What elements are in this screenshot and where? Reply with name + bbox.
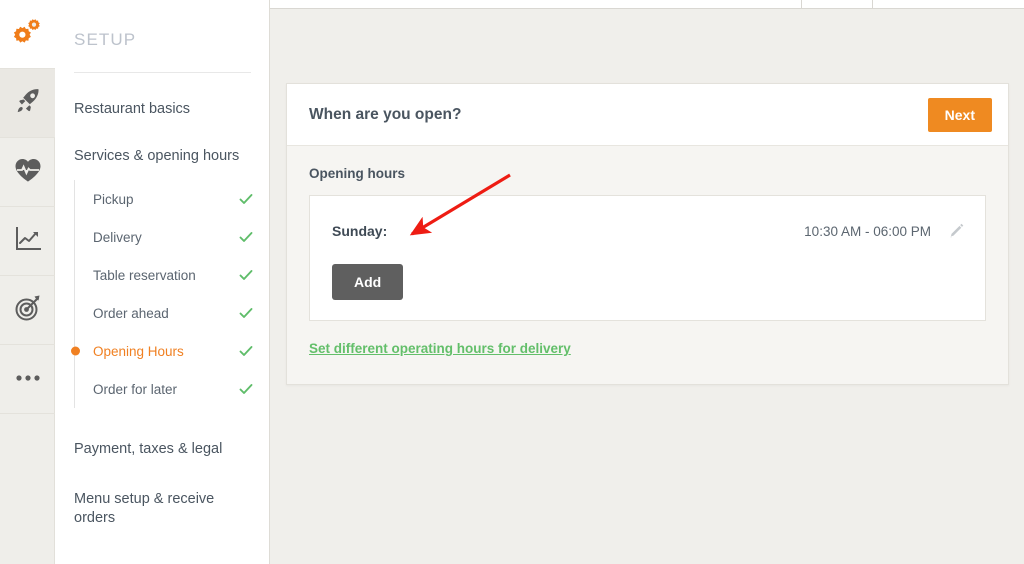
opening-hours-label: Opening hours: [309, 166, 405, 181]
more-dots-icon: [14, 370, 42, 388]
rocket-icon: [14, 87, 42, 120]
top-partial-bar: [270, 0, 1024, 9]
sidebar-item-payment-taxes-legal[interactable]: Payment, taxes & legal: [74, 440, 269, 460]
card-header: When are you open? Next: [287, 84, 1008, 146]
opening-hours-card: When are you open? Next Opening hours Su…: [286, 83, 1009, 385]
hours-row: Sunday: 10:30 AM - 06:00 PM: [332, 214, 965, 248]
heart-pulse-icon: [14, 157, 42, 188]
topbar-cell-1: [270, 0, 802, 9]
rail-item-more[interactable]: [0, 345, 55, 414]
sidebar-item-order-ahead[interactable]: Order ahead: [75, 294, 269, 332]
rail-item-setup[interactable]: [0, 0, 55, 69]
sidebar-item-opening-hours[interactable]: Opening Hours: [70, 332, 269, 370]
card-body: Opening hours Sunday: 10:30 AM - 06:00 P…: [287, 146, 1008, 384]
sidebar-item-services-opening-hours[interactable]: Services & opening hours: [74, 147, 269, 167]
sidebar-subitem-label: Order for later: [93, 381, 178, 397]
hours-panel: Sunday: 10:30 AM - 06:00 PM Add: [309, 195, 986, 321]
sidebar-divider: [74, 72, 251, 73]
main-content: When are you open? Next Opening hours Su…: [270, 9, 1024, 564]
sidebar-subitem-label: Opening Hours: [93, 343, 184, 359]
check-icon: [239, 232, 253, 243]
rail-item-statistics[interactable]: [0, 207, 55, 276]
day-label: Sunday:: [332, 223, 388, 239]
sidebar-title: SETUP: [74, 30, 137, 49]
sidebar-subitem-label: Order ahead: [93, 305, 169, 321]
add-button[interactable]: Add: [332, 264, 404, 300]
check-icon: [239, 308, 253, 319]
active-dot-indicator: [70, 346, 80, 356]
gears-icon: [13, 18, 43, 51]
next-button[interactable]: Next: [927, 97, 992, 132]
sidebar-item-restaurant-basics[interactable]: Restaurant basics: [74, 100, 269, 120]
check-icon: [239, 384, 253, 395]
check-icon: [239, 270, 253, 281]
time-range-value: 10:30 AM - 06:00 PM: [804, 223, 931, 239]
app-root: SETUP Restaurant basics Services & openi…: [0, 0, 1024, 564]
target-icon: [14, 294, 42, 327]
check-icon: [239, 346, 253, 357]
sidebar-subitem-label: Pickup: [93, 191, 134, 207]
sidebar-subnav: Pickup Delivery Table reservation Order …: [70, 180, 269, 409]
rail-item-health[interactable]: [0, 138, 55, 207]
rail-item-getting-started[interactable]: [0, 69, 55, 138]
sidebar-item-table-reservation[interactable]: Table reservation: [75, 256, 269, 294]
icon-rail: [0, 0, 55, 564]
topbar-cell-2: [802, 0, 873, 9]
edit-pencil-icon[interactable]: [949, 223, 965, 239]
sidebar-nav: Restaurant basics Services & opening hou…: [55, 100, 269, 529]
set-delivery-hours-link[interactable]: Set different operating hours for delive…: [309, 341, 571, 356]
sidebar-item-order-for-later[interactable]: Order for later: [75, 370, 269, 408]
sidebar: SETUP Restaurant basics Services & openi…: [55, 0, 270, 564]
sidebar-item-menu-setup[interactable]: Menu setup & receive orders: [74, 490, 224, 529]
rail-item-marketing[interactable]: [0, 276, 55, 345]
check-icon: [239, 194, 253, 205]
page-title: When are you open?: [309, 105, 462, 123]
chart-line-icon: [14, 226, 42, 257]
sidebar-item-pickup[interactable]: Pickup: [75, 180, 269, 218]
sidebar-item-delivery[interactable]: Delivery: [75, 218, 269, 256]
sidebar-subitem-label: Delivery: [93, 229, 142, 245]
sidebar-subitem-label: Table reservation: [93, 267, 196, 283]
